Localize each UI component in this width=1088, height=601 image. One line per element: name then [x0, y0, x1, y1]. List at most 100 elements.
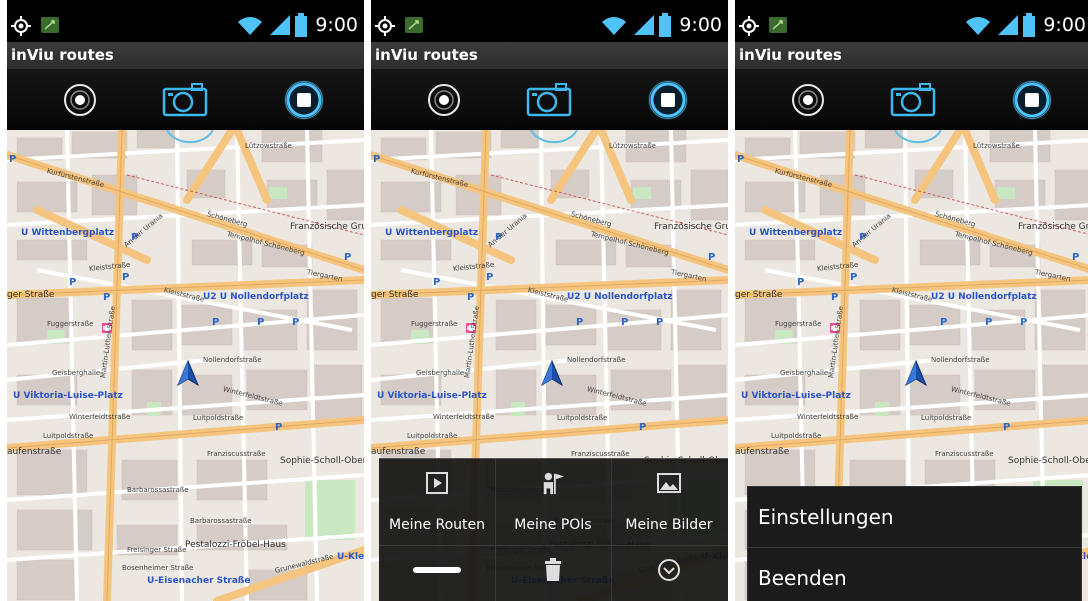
street-label: ger Straße — [735, 290, 783, 300]
svg-text:P: P — [103, 292, 110, 303]
camera-button[interactable] — [526, 79, 572, 121]
poi-flag-icon — [541, 471, 565, 495]
camera-icon — [162, 83, 208, 117]
record-icon — [428, 84, 460, 116]
signal-icon — [998, 15, 1019, 35]
status-time: 9:00 — [1043, 14, 1086, 36]
street-label: Französische Grundschule — [290, 222, 364, 232]
street-label: Winterfeldtstraße — [433, 413, 495, 421]
ubahn-label: U2 U Nollendorfplatz — [203, 292, 309, 302]
svg-text:P: P — [708, 252, 715, 263]
camera-button[interactable] — [162, 79, 208, 121]
menu-item-karte-leeren[interactable]: Karte leeren — [495, 546, 611, 601]
signal-icon — [270, 15, 291, 35]
ubahn-label: U2 U Nollendorfplatz — [567, 292, 673, 302]
street-label: Franziscusstraße — [207, 450, 266, 458]
stop-icon — [648, 80, 688, 120]
svg-text:P: P — [433, 277, 440, 288]
street-label: aufenstraße — [735, 447, 790, 457]
svg-text:P: P — [212, 317, 219, 328]
ubahn-label: U Wittenbergplatz — [385, 228, 479, 238]
phone-screen-2: 9:00 inViu routes P P P P P P P P P P Ku… — [371, 0, 728, 601]
svg-text:P: P — [467, 292, 474, 303]
stop-button[interactable] — [645, 79, 691, 121]
street-label: Geisberghalle — [416, 369, 465, 377]
menu-item-meine-routen[interactable]: Meine Routen — [379, 459, 495, 533]
ubahn-label: U2 U Nollendorfplatz — [931, 292, 1037, 302]
wifi-icon — [602, 17, 627, 35]
status-icons: 9:00 — [235, 13, 358, 37]
overflow-item-einstellungen[interactable]: Einstellungen — [748, 487, 1081, 547]
street-label: Winterfeldtstraße — [797, 413, 859, 421]
street-label: ger Straße — [371, 290, 419, 300]
stop-button[interactable] — [1009, 79, 1055, 121]
street-label: Fuggerstraße — [775, 320, 822, 328]
menu-item-mehr[interactable]: Mehr — [611, 546, 727, 601]
menu-item-label: Meine POIs — [514, 517, 592, 533]
street-label: Nollendorfstraße — [567, 356, 626, 364]
wifi-icon — [966, 17, 991, 35]
svg-text:P: P — [9, 154, 16, 165]
status-icons: 9:00 — [599, 13, 722, 37]
phone-screen-3: 9:00 inViu routes P P P P P P P P P P Ku… — [735, 0, 1088, 601]
svg-text:P: P — [940, 317, 947, 328]
menu-divider — [379, 545, 728, 546]
battery-icon — [295, 13, 308, 37]
overflow-item-beenden[interactable]: Beenden — [748, 548, 1081, 601]
gps-icon — [739, 16, 759, 36]
street-label: aufenstraße — [7, 447, 62, 457]
battery-icon — [659, 13, 672, 37]
app-title: inViu routes — [735, 42, 1088, 69]
ubahn-label: U Viktoria-Luise-Platz — [13, 391, 123, 401]
map-view[interactable]: PP PP PP PP PP Kurfürstenstraße Schöneber… — [7, 130, 364, 601]
record-button[interactable] — [57, 79, 103, 121]
status-bar: 9:00 — [7, 8, 364, 42]
record-button[interactable] — [785, 79, 831, 121]
chevron-down-circle-icon — [657, 558, 681, 582]
status-time: 9:00 — [679, 14, 722, 36]
record-button[interactable] — [421, 79, 467, 121]
menu-item-meine-pois[interactable]: Meine POIs — [495, 459, 611, 533]
svg-text:P: P — [737, 154, 744, 165]
overflow-divider — [748, 547, 1081, 548]
record-icon — [64, 84, 96, 116]
gps-icon — [375, 16, 395, 36]
status-bar: 9:00 — [735, 8, 1088, 42]
street-label: Lützowstraße — [973, 142, 1020, 150]
camera-button[interactable] — [890, 79, 936, 121]
street-label: Luitpoldstraße — [921, 414, 972, 422]
menu-item-details[interactable]: Details — [379, 546, 495, 601]
menu-item-label: Meine Bilder — [625, 517, 713, 533]
svg-text:P: P — [831, 292, 838, 303]
street-label: Sophie-Scholl-Oberschule — [1008, 456, 1088, 466]
street-label: Sophie-Scholl-Oberschule — [280, 456, 364, 466]
ubahn-label: U Viktoria-Luise-Platz — [741, 391, 851, 401]
ubahn-label: U-Kleist — [337, 552, 364, 562]
svg-text:P: P — [797, 277, 804, 288]
street-label: Lützowstraße — [609, 142, 656, 150]
toolbar — [7, 69, 364, 131]
svg-text:P: P — [292, 317, 299, 328]
street-label: Luitpoldstraße — [407, 432, 458, 440]
street-label: Lützowstraße — [245, 142, 292, 150]
stop-button[interactable] — [281, 79, 327, 121]
battery-icon — [1023, 13, 1036, 37]
street-label: Winterfeldtstraße — [69, 413, 131, 421]
street-label: Bosenheimer Straße — [122, 564, 194, 572]
ubahn-label: U Viktoria-Luise-Platz — [377, 391, 487, 401]
street-label: Luitpoldstraße — [43, 432, 94, 440]
street-label: Geisberghalle — [52, 369, 101, 377]
svg-text:P: P — [576, 317, 583, 328]
app-title: inViu routes — [7, 42, 364, 69]
minus-bar-icon — [407, 558, 467, 582]
stop-icon — [284, 80, 324, 120]
menu-item-label: Meine Routen — [388, 517, 486, 533]
svg-text:P: P — [621, 317, 628, 328]
street-label: Nollendorfstraße — [931, 356, 990, 364]
camera-icon — [890, 83, 936, 117]
svg-text:P: P — [344, 252, 351, 263]
menu-item-meine-bilder[interactable]: Meine Bilder — [611, 459, 727, 533]
street-label: Franziscusstraße — [935, 450, 994, 458]
street-label: Geisberghalle — [780, 369, 829, 377]
picture-icon — [657, 471, 681, 495]
